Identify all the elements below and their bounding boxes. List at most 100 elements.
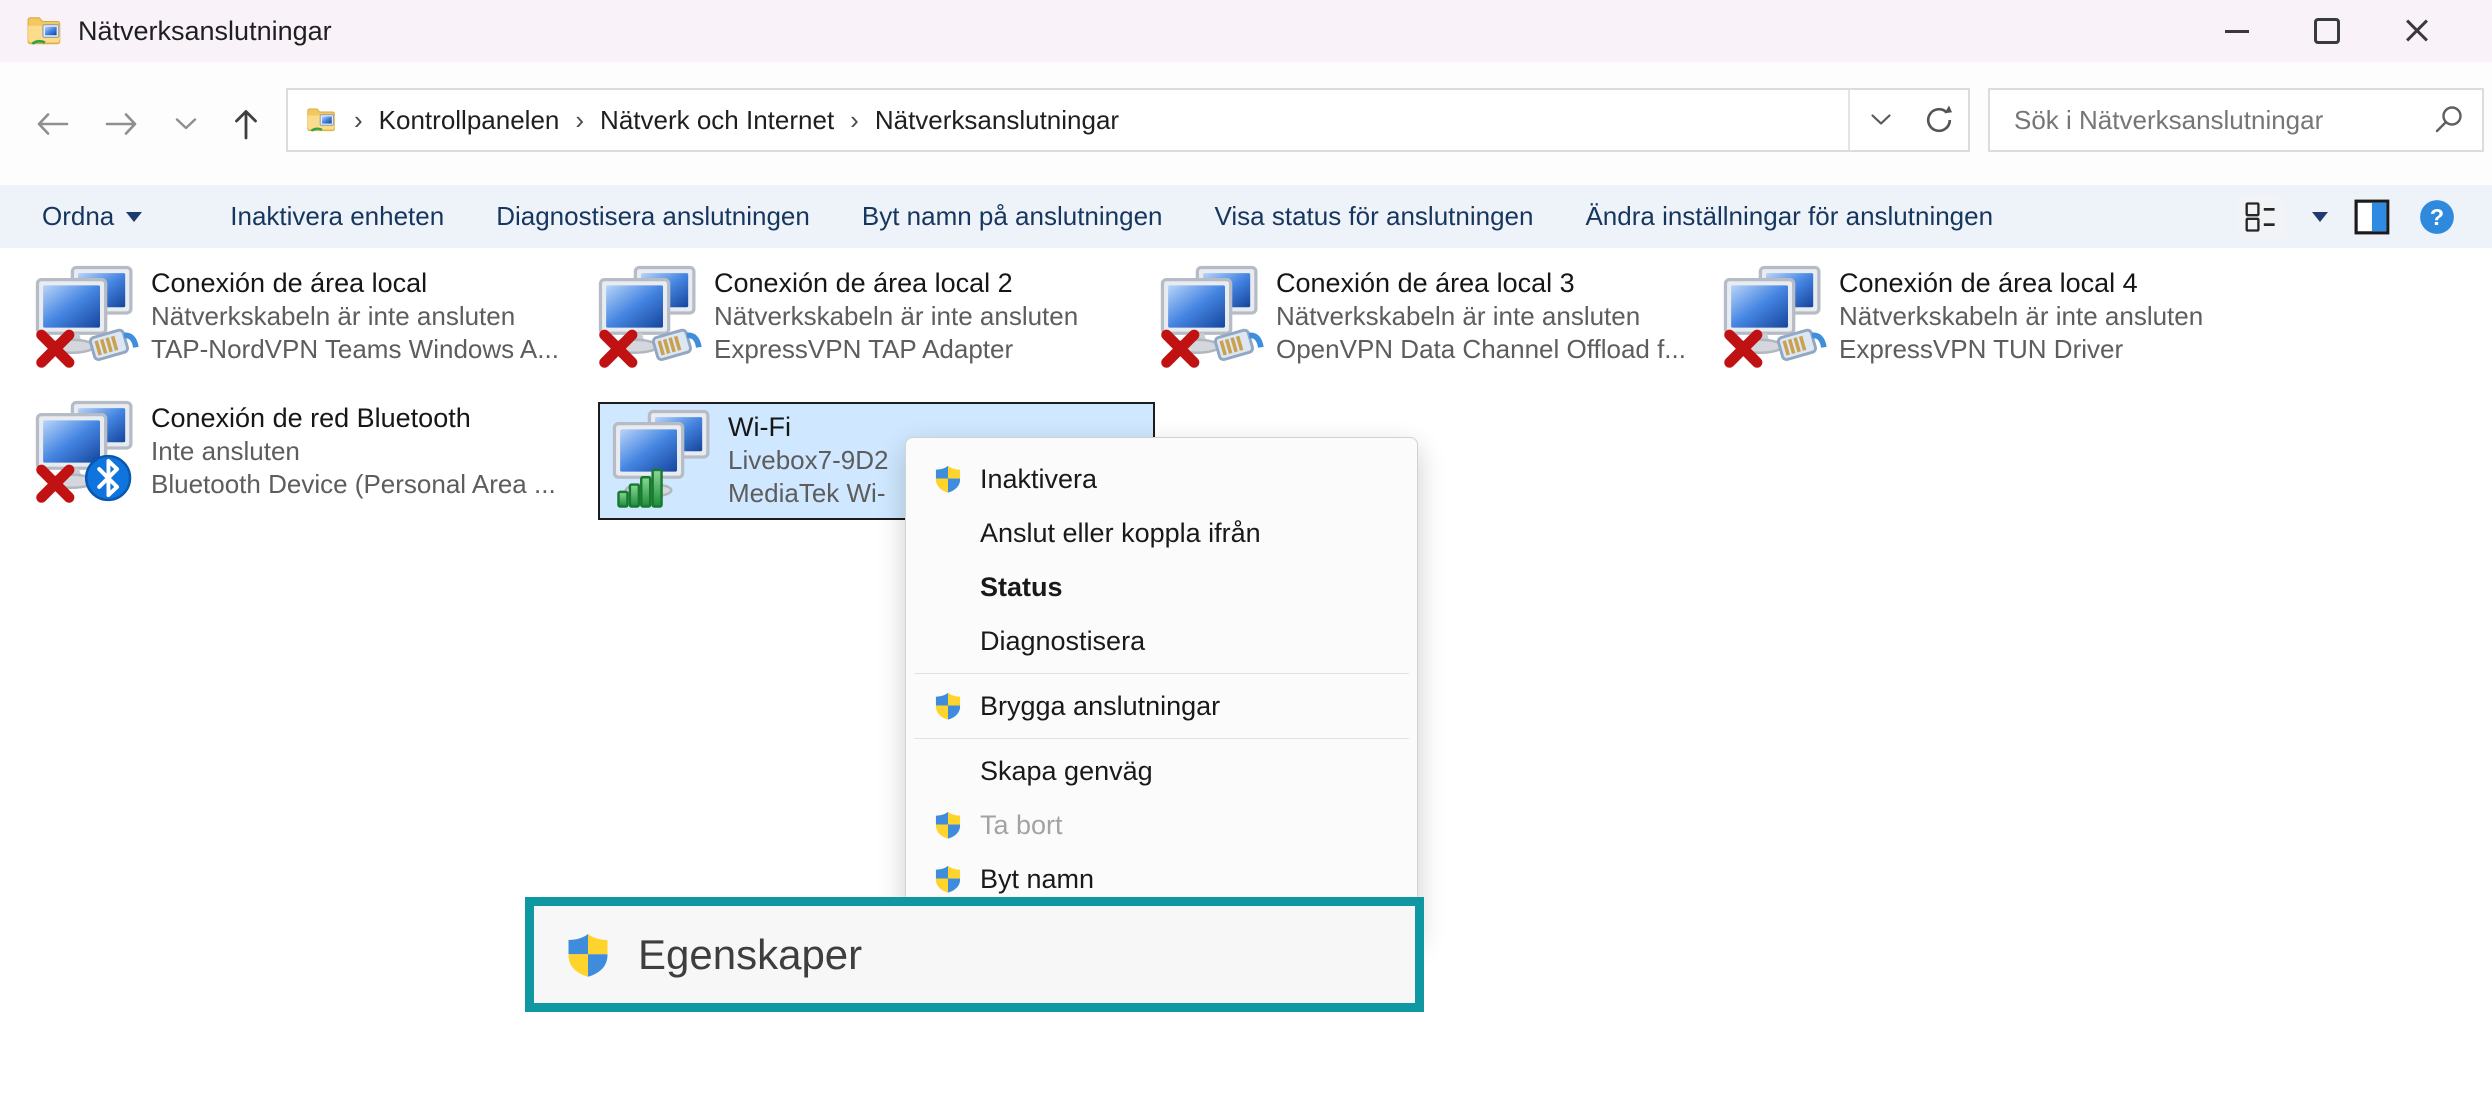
connection-status: Inte ansluten <box>151 435 556 468</box>
help-button[interactable]: ? <box>2418 198 2456 236</box>
lan-disconnected-icon <box>1160 265 1264 369</box>
close-icon <box>2405 19 2429 43</box>
uac-shield-icon <box>933 691 963 721</box>
uac-shield-icon <box>933 810 963 840</box>
connection-name: Wi-Fi <box>728 410 888 444</box>
uac-shield-icon <box>933 864 963 894</box>
titlebar: Nätverksanslutningar <box>0 0 2492 62</box>
address-folder-icon <box>306 104 338 136</box>
lan-disconnected-icon <box>1723 265 1827 369</box>
menu-separator <box>914 738 1409 739</box>
wifi-connected-icon <box>612 409 716 513</box>
organize-button[interactable]: Ordna <box>42 201 142 232</box>
search-box <box>1988 88 2484 152</box>
back-button[interactable] <box>34 110 70 138</box>
up-button[interactable] <box>232 107 260 141</box>
connection-name: Conexión de área local <box>151 266 559 300</box>
connection-device: MediaTek Wi- <box>728 477 888 510</box>
context-menu: Inaktivera Anslut eller koppla ifrån Sta… <box>905 437 1418 937</box>
rename-connection-button[interactable]: Byt namn på anslutningen <box>862 201 1163 232</box>
menu-item-label: Ta bort <box>980 810 1063 841</box>
connection-name: Conexión de área local 4 <box>1839 266 2203 300</box>
connection-status: Nätverkskabeln är inte ansluten <box>1276 300 1686 333</box>
breadcrumb: Kontrollpanelen Nätverk och Internet Nät… <box>338 105 1119 136</box>
connection-item-lan-2[interactable]: Conexión de área local 2 Nätverkskabeln … <box>598 265 1155 369</box>
menu-item-diagnostisera[interactable]: Diagnostisera <box>906 614 1417 668</box>
network-folder-icon <box>26 12 64 50</box>
callout-label: Egenskaper <box>638 931 862 979</box>
command-toolbar: Ordna Inaktivera enheten Diagnostisera a… <box>0 185 2492 248</box>
chevron-down-icon <box>174 116 198 132</box>
breadcrumb-item-natverksanslutningar[interactable]: Nätverksanslutningar <box>834 105 1119 136</box>
menu-item-skapa-genvag[interactable]: Skapa genväg <box>906 744 1417 798</box>
maximize-icon <box>2314 18 2340 44</box>
connection-device: Bluetooth Device (Personal Area ... <box>151 468 556 501</box>
uac-shield-icon <box>564 931 612 979</box>
minimize-icon <box>2225 30 2249 33</box>
refresh-icon <box>1921 102 1957 138</box>
lan-disconnected-icon <box>598 265 702 369</box>
menu-item-label: Skapa genväg <box>980 756 1153 787</box>
forward-button[interactable] <box>104 110 140 138</box>
dropdown-caret-icon <box>126 212 142 222</box>
recent-pages-button[interactable] <box>174 116 198 132</box>
breadcrumb-item-natverk-och-internet[interactable]: Nätverk och Internet <box>559 105 834 136</box>
forward-arrow-icon <box>104 110 140 138</box>
connection-name: Conexión de área local 2 <box>714 266 1078 300</box>
chevron-down-icon <box>1870 113 1892 127</box>
address-bar[interactable]: Kontrollpanelen Nätverk och Internet Nät… <box>286 88 1970 152</box>
preview-pane-icon <box>2354 199 2392 235</box>
breadcrumb-item-kontrollpanelen[interactable]: Kontrollpanelen <box>338 105 559 136</box>
help-icon: ? <box>2418 198 2456 236</box>
view-options-caret-icon[interactable] <box>2312 212 2328 222</box>
bluetooth-disconnected-icon <box>35 400 139 504</box>
address-divider <box>1848 90 1850 150</box>
menu-item-status[interactable]: Status <box>906 560 1417 614</box>
preview-pane-button[interactable] <box>2354 199 2392 235</box>
connection-status: Nätverkskabeln är inte ansluten <box>714 300 1078 333</box>
connection-status: Nätverkskabeln är inte ansluten <box>151 300 559 333</box>
connection-status: Livebox7-9D2 <box>728 444 888 477</box>
menu-item-inaktivera[interactable]: Inaktivera <box>906 452 1417 506</box>
menu-item-anslut-eller-koppla-ifran[interactable]: Anslut eller koppla ifrån <box>906 506 1417 560</box>
refresh-button[interactable] <box>1910 90 1968 150</box>
connection-device: OpenVPN Data Channel Offload f... <box>1276 333 1686 366</box>
connection-status: Nätverkskabeln är inte ansluten <box>1839 300 2203 333</box>
connection-name: Conexión de área local 3 <box>1276 266 1686 300</box>
search-icon[interactable] <box>2432 103 2466 137</box>
diagnose-connection-button[interactable]: Diagnostisera anslutningen <box>496 201 810 232</box>
svg-text:?: ? <box>2430 203 2444 229</box>
connection-device: ExpressVPN TUN Driver <box>1839 333 2203 366</box>
view-status-button[interactable]: Visa status för anslutningen <box>1215 201 1534 232</box>
menu-item-label: Brygga anslutningar <box>980 691 1220 722</box>
menu-item-egenskaper-callout[interactable]: Egenskaper <box>525 897 1424 1012</box>
close-button[interactable] <box>2372 0 2462 62</box>
connection-item-lan-1[interactable]: Conexión de área local Nätverkskabeln är… <box>35 265 592 369</box>
menu-item-label: Inaktivera <box>980 464 1097 495</box>
window-title: Nätverksanslutningar <box>78 16 332 47</box>
menu-separator <box>914 673 1409 674</box>
connection-item-bluetooth[interactable]: Conexión de red Bluetooth Inte ansluten … <box>35 400 592 504</box>
maximize-button[interactable] <box>2282 0 2372 62</box>
menu-item-label: Status <box>980 572 1063 603</box>
uac-shield-icon <box>933 464 963 494</box>
search-input[interactable] <box>2012 104 2426 137</box>
connection-name: Conexión de red Bluetooth <box>151 401 556 435</box>
menu-item-label: Anslut eller koppla ifrån <box>980 518 1261 549</box>
organize-label: Ordna <box>42 201 114 232</box>
address-dropdown-button[interactable] <box>1852 90 1910 150</box>
menu-item-brygga-anslutningar[interactable]: Brygga anslutningar <box>906 679 1417 733</box>
minimize-button[interactable] <box>2192 0 2282 62</box>
change-settings-button[interactable]: Ändra inställningar för anslutningen <box>1585 201 1993 232</box>
menu-item-label: Diagnostisera <box>980 626 1145 657</box>
connection-item-lan-3[interactable]: Conexión de área local 3 Nätverkskabeln … <box>1160 265 1717 369</box>
lan-disconnected-icon <box>35 265 139 369</box>
connection-device: ExpressVPN TAP Adapter <box>714 333 1078 366</box>
menu-item-ta-bort[interactable]: Ta bort <box>906 798 1417 852</box>
disable-device-button[interactable]: Inaktivera enheten <box>230 201 444 232</box>
menu-item-label: Byt namn <box>980 864 1094 895</box>
navigation-bar: Kontrollpanelen Nätverk och Internet Nät… <box>0 62 2492 185</box>
connection-device: TAP-NordVPN Teams Windows A... <box>151 333 559 366</box>
connection-item-lan-4[interactable]: Conexión de área local 4 Nätverkskabeln … <box>1723 265 2280 369</box>
tiles-view-button[interactable] <box>2238 195 2286 239</box>
